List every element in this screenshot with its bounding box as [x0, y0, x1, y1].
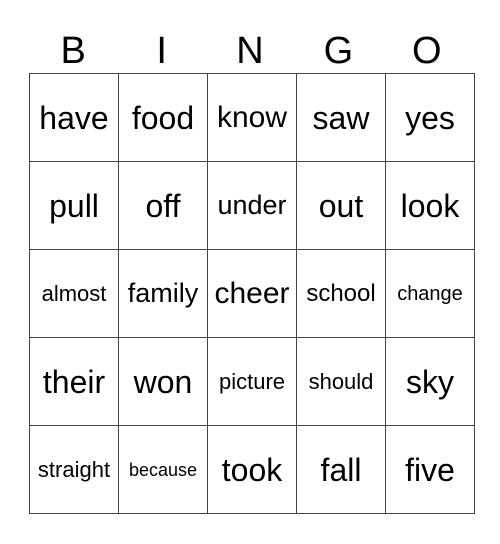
card-cell[interactable]: yes — [385, 73, 475, 162]
card-cell[interactable]: have — [29, 73, 119, 162]
card-cell[interactable]: pull — [29, 161, 119, 250]
header-letter-b: B — [60, 30, 86, 72]
card-cell[interactable]: family — [118, 249, 208, 338]
bingo-card: have food know saw yes pull off under ou… — [29, 73, 475, 514]
card-cell[interactable]: won — [118, 337, 208, 426]
card-cell[interactable]: because — [118, 425, 208, 514]
card-cell[interactable]: change — [385, 249, 475, 338]
card-cell[interactable]: look — [385, 161, 475, 250]
bingo-header: B I N G O — [29, 28, 471, 74]
card-cell[interactable]: picture — [207, 337, 297, 426]
card-cell[interactable]: five — [385, 425, 475, 514]
header-letter-i: I — [156, 30, 167, 72]
card-cell[interactable]: sky — [385, 337, 475, 426]
card-cell[interactable]: took — [207, 425, 297, 514]
card-cell[interactable]: food — [118, 73, 208, 162]
card-cell[interactable]: fall — [296, 425, 386, 514]
card-cell[interactable]: off — [118, 161, 208, 250]
card-cell[interactable]: saw — [296, 73, 386, 162]
card-cell[interactable]: know — [207, 73, 297, 162]
card-row: pull off under out look — [29, 161, 475, 250]
card-row: straight because took fall five — [29, 425, 475, 514]
card-row: have food know saw yes — [29, 73, 475, 162]
card-cell[interactable]: out — [296, 161, 386, 250]
card-cell[interactable]: their — [29, 337, 119, 426]
card-cell[interactable]: should — [296, 337, 386, 426]
header-letter-g: G — [323, 30, 354, 72]
card-cell[interactable]: school — [296, 249, 386, 338]
card-cell[interactable]: cheer — [207, 249, 297, 338]
card-cell[interactable]: under — [207, 161, 297, 250]
card-row: almost family cheer school change — [29, 249, 475, 338]
header-letter-o: O — [412, 30, 442, 72]
card-cell[interactable]: almost — [29, 249, 119, 338]
card-cell[interactable]: straight — [29, 425, 119, 514]
header-letter-n: N — [236, 30, 264, 72]
card-row: their won picture should sky — [29, 337, 475, 426]
